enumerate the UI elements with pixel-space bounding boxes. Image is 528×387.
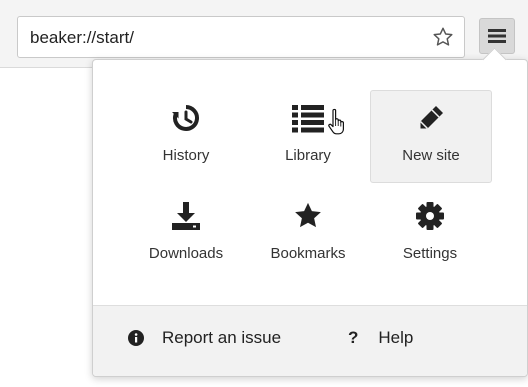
menu-tile-new-site-label: New site [402, 147, 460, 164]
menu-tile-downloads-label: Downloads [148, 245, 224, 262]
star-outline-icon[interactable] [432, 26, 454, 48]
report-issue-link[interactable]: Report an issue [128, 328, 281, 348]
help-link[interactable]: ? Help [348, 328, 413, 348]
address-bar-url: beaker://start/ [30, 28, 134, 47]
download-icon [172, 202, 200, 230]
menu-tile-library[interactable]: Library [249, 90, 367, 180]
menu-tile-settings-label: Settings [402, 245, 458, 262]
menu-tile-new-site[interactable]: New site [370, 90, 492, 183]
menu-button[interactable] [479, 18, 515, 54]
star-icon [295, 202, 321, 228]
list-icon [292, 105, 324, 133]
address-bar[interactable]: beaker://start/ [17, 16, 465, 58]
menu-tile-history[interactable]: History [127, 90, 245, 180]
menu-tile-history-label: History [162, 147, 210, 164]
menu-tile-bookmarks[interactable]: Bookmarks [249, 188, 367, 278]
question-mark-icon: ? [348, 328, 359, 347]
pencil-icon [419, 106, 443, 130]
hamburger-menu-icon [488, 29, 506, 43]
hand-cursor-icon [328, 108, 344, 135]
menu-tile-library-label: Library [285, 147, 331, 164]
menu-footer: Report an issue ? Help [93, 305, 527, 376]
history-icon [172, 105, 199, 131]
menu-tile-settings[interactable]: Settings [371, 188, 489, 278]
menu-tile-bookmarks-label: Bookmarks [270, 245, 346, 262]
report-issue-label: Report an issue [162, 328, 282, 347]
gear-icon [416, 202, 444, 230]
info-icon [128, 330, 144, 346]
browser-menu-dropdown: History Library New site Downloads Bookm… [92, 47, 528, 377]
menu-tile-downloads[interactable]: Downloads [127, 188, 245, 278]
help-label: Help [378, 328, 414, 347]
